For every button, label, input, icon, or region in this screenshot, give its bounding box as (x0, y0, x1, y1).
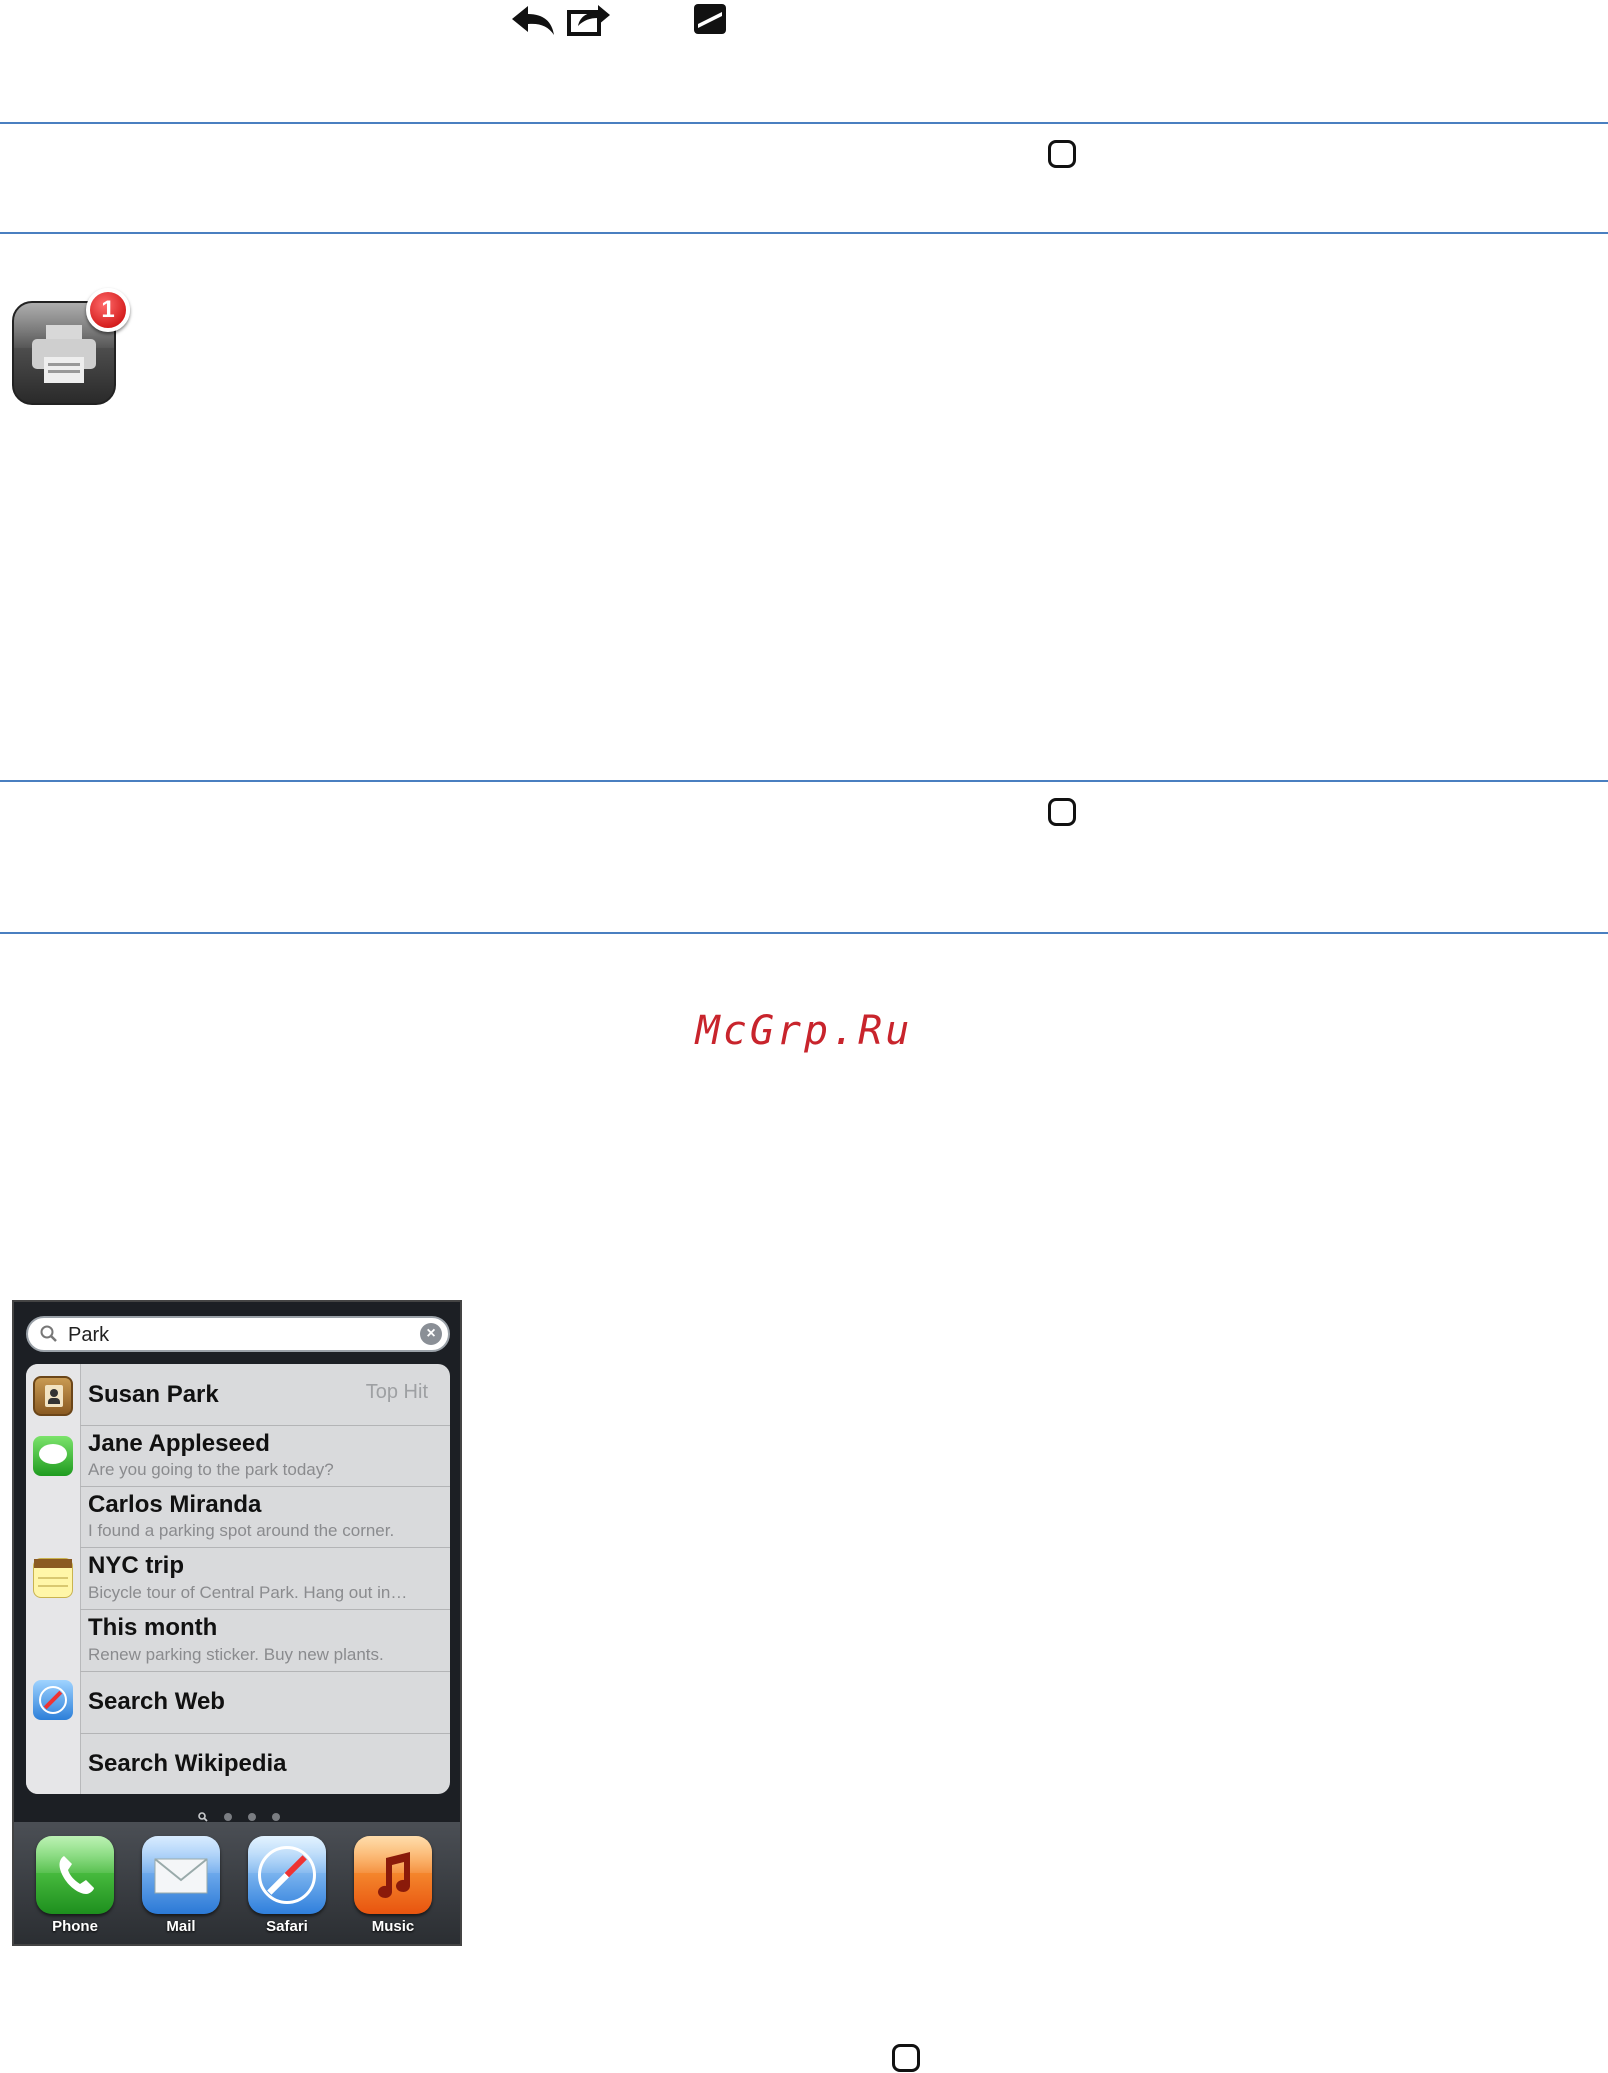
search-value: Park (68, 1324, 110, 1346)
dock: Phone Mail Safari Music (14, 1822, 460, 1944)
page-dot (248, 1813, 256, 1821)
dock-app-mail[interactable]: Mail (140, 1836, 222, 1935)
search-input[interactable]: Park × (26, 1316, 450, 1352)
reply-arrow-icon (512, 6, 554, 35)
dock-app-safari[interactable]: Safari (246, 1836, 328, 1935)
contacts-icon (33, 1376, 73, 1416)
list-item[interactable]: NYC trip Bicycle tour of Central Park. H… (80, 1548, 450, 1610)
results-list: Susan Park Top Hit Jane Appleseed Are yo… (26, 1364, 450, 1794)
section-rule (0, 780, 1608, 782)
home-button-icon (1048, 140, 1076, 168)
messages-icon (33, 1436, 73, 1476)
list-item[interactable]: Carlos Miranda I found a parking spot ar… (80, 1487, 450, 1548)
notes-icon (33, 1558, 73, 1598)
mail-icon (142, 1836, 220, 1914)
list-item[interactable]: This month Renew parking sticker. Buy ne… (80, 1610, 450, 1672)
printer-icon (32, 325, 96, 383)
spotlight-screenshot: Park × Susan Park Top Hit Jane Appleseed… (12, 1300, 462, 1946)
phone-icon (36, 1836, 114, 1914)
forward-share-icon (567, 5, 610, 36)
music-icon (354, 1836, 432, 1914)
list-item[interactable]: Jane Appleseed Are you going to the park… (80, 1426, 450, 1487)
clear-icon[interactable]: × (420, 1323, 442, 1345)
home-button-icon (892, 2044, 920, 2072)
page-dot (224, 1813, 232, 1821)
trash-icon (694, 4, 726, 34)
notification-badge: 1 (86, 288, 130, 332)
home-button-icon (1048, 798, 1076, 826)
list-item[interactable]: Search Web (80, 1672, 450, 1734)
top-hit-label: Top Hit (365, 1381, 428, 1403)
dock-app-music[interactable]: Music (352, 1836, 434, 1935)
section-rule (0, 932, 1608, 934)
section-rule (0, 122, 1608, 124)
list-item[interactable]: Search Wikipedia (80, 1734, 450, 1794)
safari-icon (248, 1836, 326, 1914)
page-dot (272, 1813, 280, 1821)
search-icon (40, 1325, 57, 1342)
list-item[interactable]: Susan Park Top Hit (80, 1364, 450, 1426)
dock-app-phone[interactable]: Phone (34, 1836, 116, 1935)
watermark: McGrp.Ru (695, 1008, 913, 1054)
search-page-icon (198, 1812, 208, 1822)
section-rule (0, 232, 1608, 234)
safari-icon (33, 1680, 73, 1720)
